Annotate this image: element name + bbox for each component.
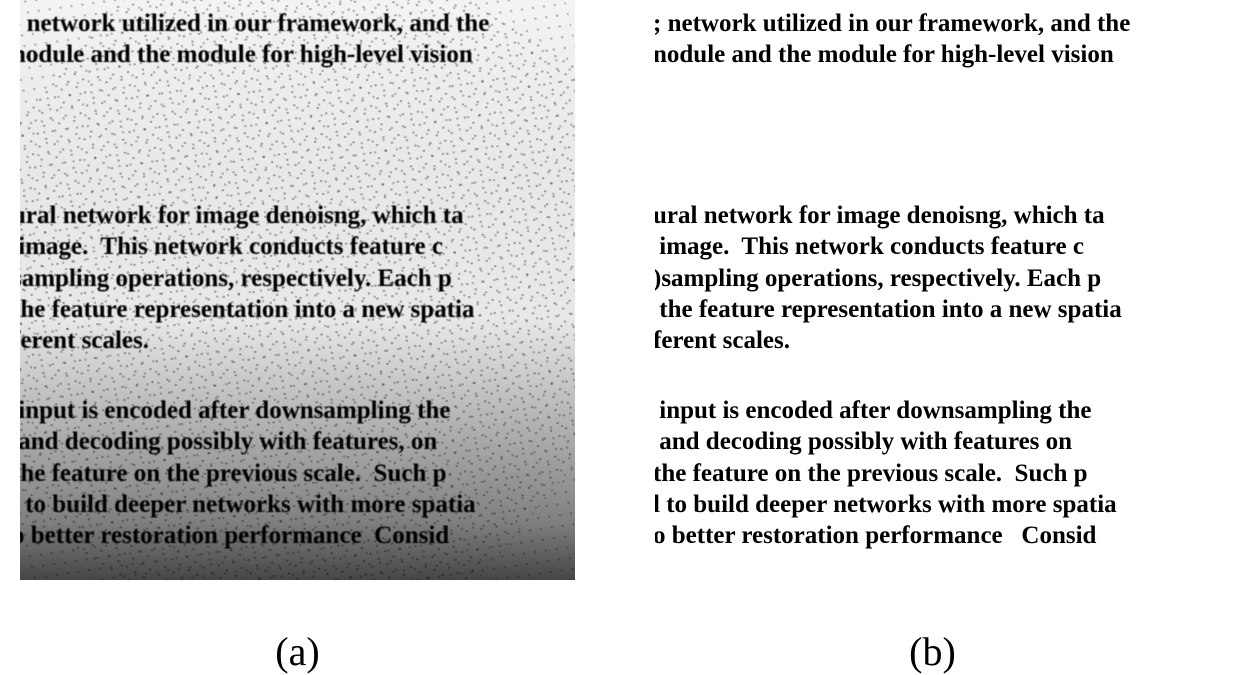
panel-b-text-block-2: ural network for image denoisng, which t…	[655, 200, 1122, 356]
caption-b: (b)	[655, 628, 1210, 675]
figure-captions-row: (a) (b)	[0, 628, 1239, 675]
figure-comparison: ; network utilized in our framework, and…	[0, 0, 1239, 675]
panel-a-text-block-3: input is encoded after downsampling the …	[20, 395, 476, 551]
panel-b-clean-image: ; network utilized in our framework, and…	[655, 0, 1210, 580]
panel-b-text-block-1: ; network utilized in our framework, and…	[655, 8, 1130, 71]
figure-panels-row: ; network utilized in our framework, and…	[0, 0, 1239, 628]
panel-a-text-block-1: ; network utilized in our framework, and…	[20, 8, 489, 71]
panel-a-text-block-2: ural network for image denoisng, which t…	[20, 200, 474, 356]
panel-a-noisy-image: ; network utilized in our framework, and…	[20, 0, 575, 580]
caption-a: (a)	[20, 628, 575, 675]
panel-b-text-block-3: input is encoded after downsampling the …	[655, 395, 1117, 551]
